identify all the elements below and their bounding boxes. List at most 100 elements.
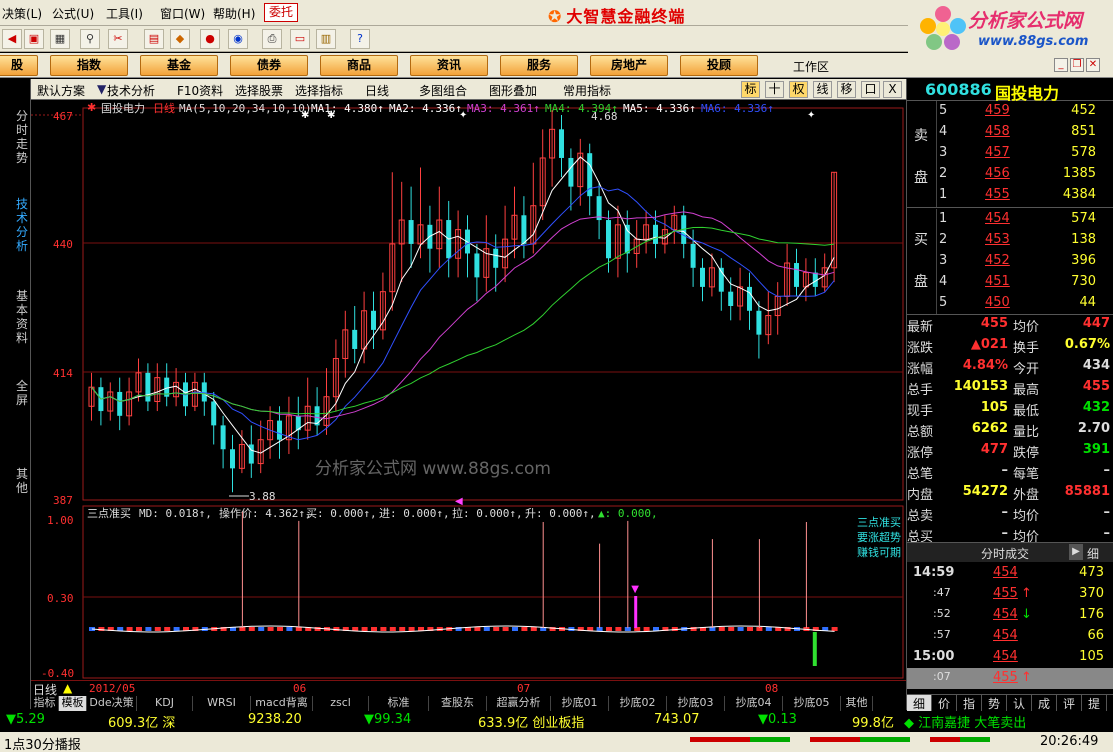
- category-bond[interactable]: 债券: [230, 55, 308, 76]
- tech-analysis-menu[interactable]: 技术分析: [107, 82, 155, 99]
- quote-tab[interactable]: 势: [982, 695, 1007, 711]
- sell-price[interactable]: 455: [985, 187, 1010, 202]
- close-icon[interactable]: ✕: [1086, 58, 1100, 72]
- quote-tab[interactable]: 价: [932, 695, 957, 711]
- period-menu[interactable]: 日线: [365, 82, 389, 99]
- indicator-tab[interactable]: 抄底01: [551, 696, 609, 711]
- chart-area[interactable]: 467 440 414 387 1.00 0.30 -0.40 ✱ 国投电力 日…: [31, 100, 906, 680]
- kline-chart[interactable]: 467 440 414 387 1.00 0.30 -0.40 ✱ 国投电力 日…: [31, 100, 906, 680]
- buy-volume: 138: [1071, 232, 1096, 247]
- trade-detail-tab[interactable]: 细: [1087, 545, 1099, 562]
- quote-tab[interactable]: 指: [957, 695, 982, 711]
- flag-icon[interactable]: ▣: [24, 29, 44, 49]
- f10-menu[interactable]: F10资料: [177, 82, 223, 99]
- indicator-tab[interactable]: zscl: [313, 696, 369, 711]
- indicator-tab[interactable]: macd背离: [251, 696, 313, 711]
- books-icon[interactable]: ▥: [316, 29, 336, 49]
- common-indicator-menu[interactable]: 常用指标: [563, 82, 611, 99]
- menu-decision[interactable]: 决策(L): [2, 5, 42, 22]
- category-index[interactable]: 指数: [50, 55, 128, 76]
- entrust-button[interactable]: 委托: [264, 3, 298, 22]
- tab-other[interactable]: 其他: [14, 467, 30, 495]
- indicator-block: [718, 627, 725, 631]
- indicator-tab[interactable]: WRSI: [193, 696, 251, 711]
- menu-window[interactable]: 窗口(W): [160, 5, 205, 22]
- category-commodity[interactable]: 商品: [320, 55, 398, 76]
- category-stock[interactable]: 股: [0, 55, 38, 76]
- window-button[interactable]: 口: [861, 81, 880, 98]
- workarea-label[interactable]: 工作区: [793, 58, 829, 75]
- quote-tab[interactable]: 细: [907, 695, 932, 711]
- indicator-tab[interactable]: 抄底03: [667, 696, 725, 711]
- tab-fullscreen[interactable]: 全屏: [14, 379, 30, 407]
- indicator-tab[interactable]: 其他: [841, 696, 873, 711]
- select-stock-menu[interactable]: 选择股票: [235, 82, 283, 99]
- tab-fundamentals[interactable]: 基本资料: [14, 289, 30, 345]
- sell-price[interactable]: 457: [985, 145, 1010, 160]
- stat-value: 4.84%: [962, 358, 1008, 373]
- close-chart-button[interactable]: X: [883, 81, 902, 98]
- category-service[interactable]: 服务: [500, 55, 578, 76]
- menu-help[interactable]: 帮助(H): [213, 5, 255, 22]
- rights-button[interactable]: 权: [789, 81, 808, 98]
- quote-tab[interactable]: 成: [1032, 695, 1057, 711]
- indicator-tab[interactable]: Dde决策: [87, 696, 137, 711]
- binoculars-icon[interactable]: ⚲: [80, 29, 100, 49]
- menu-tools[interactable]: 工具(I): [106, 5, 143, 22]
- tab-intraday[interactable]: 分时走势: [14, 109, 30, 165]
- trade-header-title: 分时成交: [981, 547, 1030, 561]
- globe-icon[interactable]: ◉: [228, 29, 248, 49]
- sell-volume: 578: [1071, 145, 1096, 160]
- sell-price[interactable]: 459: [985, 103, 1010, 118]
- window-icon[interactable]: ▭: [290, 29, 310, 49]
- indicator-tab[interactable]: 标准: [369, 696, 429, 711]
- buy-price[interactable]: 452: [985, 253, 1010, 268]
- indicator-tab[interactable]: 指标: [31, 696, 59, 711]
- buy-price[interactable]: 454: [985, 211, 1010, 226]
- indicator-tab[interactable]: 抄底04: [725, 696, 783, 711]
- tools-icon[interactable]: ✂: [108, 29, 128, 49]
- indicator-tab[interactable]: 模板: [59, 696, 87, 711]
- select-indicator-menu[interactable]: 选择指标: [295, 82, 343, 99]
- quote-tab[interactable]: 提: [1082, 695, 1107, 711]
- back-icon[interactable]: ◀: [2, 29, 22, 49]
- mark-button[interactable]: 标: [741, 81, 760, 98]
- indicator-tab[interactable]: 查股东: [429, 696, 487, 711]
- scheme-dropdown[interactable]: 默认方案: [37, 82, 85, 99]
- category-fund[interactable]: 基金: [140, 55, 218, 76]
- quote-tab[interactable]: 认: [1007, 695, 1032, 711]
- indicator-tab[interactable]: 超赢分析: [487, 696, 551, 711]
- overlay-menu[interactable]: 图形叠加: [489, 82, 537, 99]
- indicator-tab[interactable]: 抄底05: [783, 696, 841, 711]
- category-news[interactable]: 资讯: [410, 55, 488, 76]
- indicator-tab[interactable]: 抄底02: [609, 696, 667, 711]
- buy-volume: 730: [1071, 274, 1096, 289]
- crosshair-button[interactable]: 十: [765, 81, 784, 98]
- circle-icon[interactable]: ●: [200, 29, 220, 49]
- menu-formula[interactable]: 公式(U): [52, 5, 94, 22]
- broadcast-label[interactable]: 1点30分播报: [4, 734, 81, 752]
- buy-price[interactable]: 450: [985, 295, 1010, 310]
- category-realestate[interactable]: 房地产: [590, 55, 668, 76]
- buy-price[interactable]: 453: [985, 232, 1010, 247]
- chart-menu-arrow-icon[interactable]: ▼: [97, 82, 106, 96]
- print-icon[interactable]: ⎙: [262, 29, 282, 49]
- multi-chart-menu[interactable]: 多图组合: [419, 82, 467, 99]
- buy-price[interactable]: 451: [985, 274, 1010, 289]
- restore-icon[interactable]: ❐: [1070, 58, 1084, 72]
- indicator-tab[interactable]: KDJ: [137, 696, 193, 711]
- sell-price[interactable]: 458: [985, 124, 1010, 139]
- grid-icon[interactable]: ▦: [50, 29, 70, 49]
- category-advisor[interactable]: 投顾: [680, 55, 758, 76]
- move-button[interactable]: 移: [837, 81, 856, 98]
- quote-tab[interactable]: 评: [1057, 695, 1082, 711]
- minimize-icon[interactable]: _: [1054, 58, 1068, 72]
- trade-next-icon[interactable]: ▶: [1069, 544, 1083, 560]
- tab-technical[interactable]: 技术分析: [14, 197, 30, 253]
- report-icon[interactable]: ▤: [144, 29, 164, 49]
- sell-price[interactable]: 456: [985, 166, 1010, 181]
- line-button[interactable]: 线: [813, 81, 832, 98]
- diamond-icon[interactable]: ◆: [170, 29, 190, 49]
- status-news-ticker[interactable]: ◆ 江南嘉捷 大笔卖出: [904, 712, 1026, 731]
- help-pointer-icon[interactable]: ?: [350, 29, 370, 49]
